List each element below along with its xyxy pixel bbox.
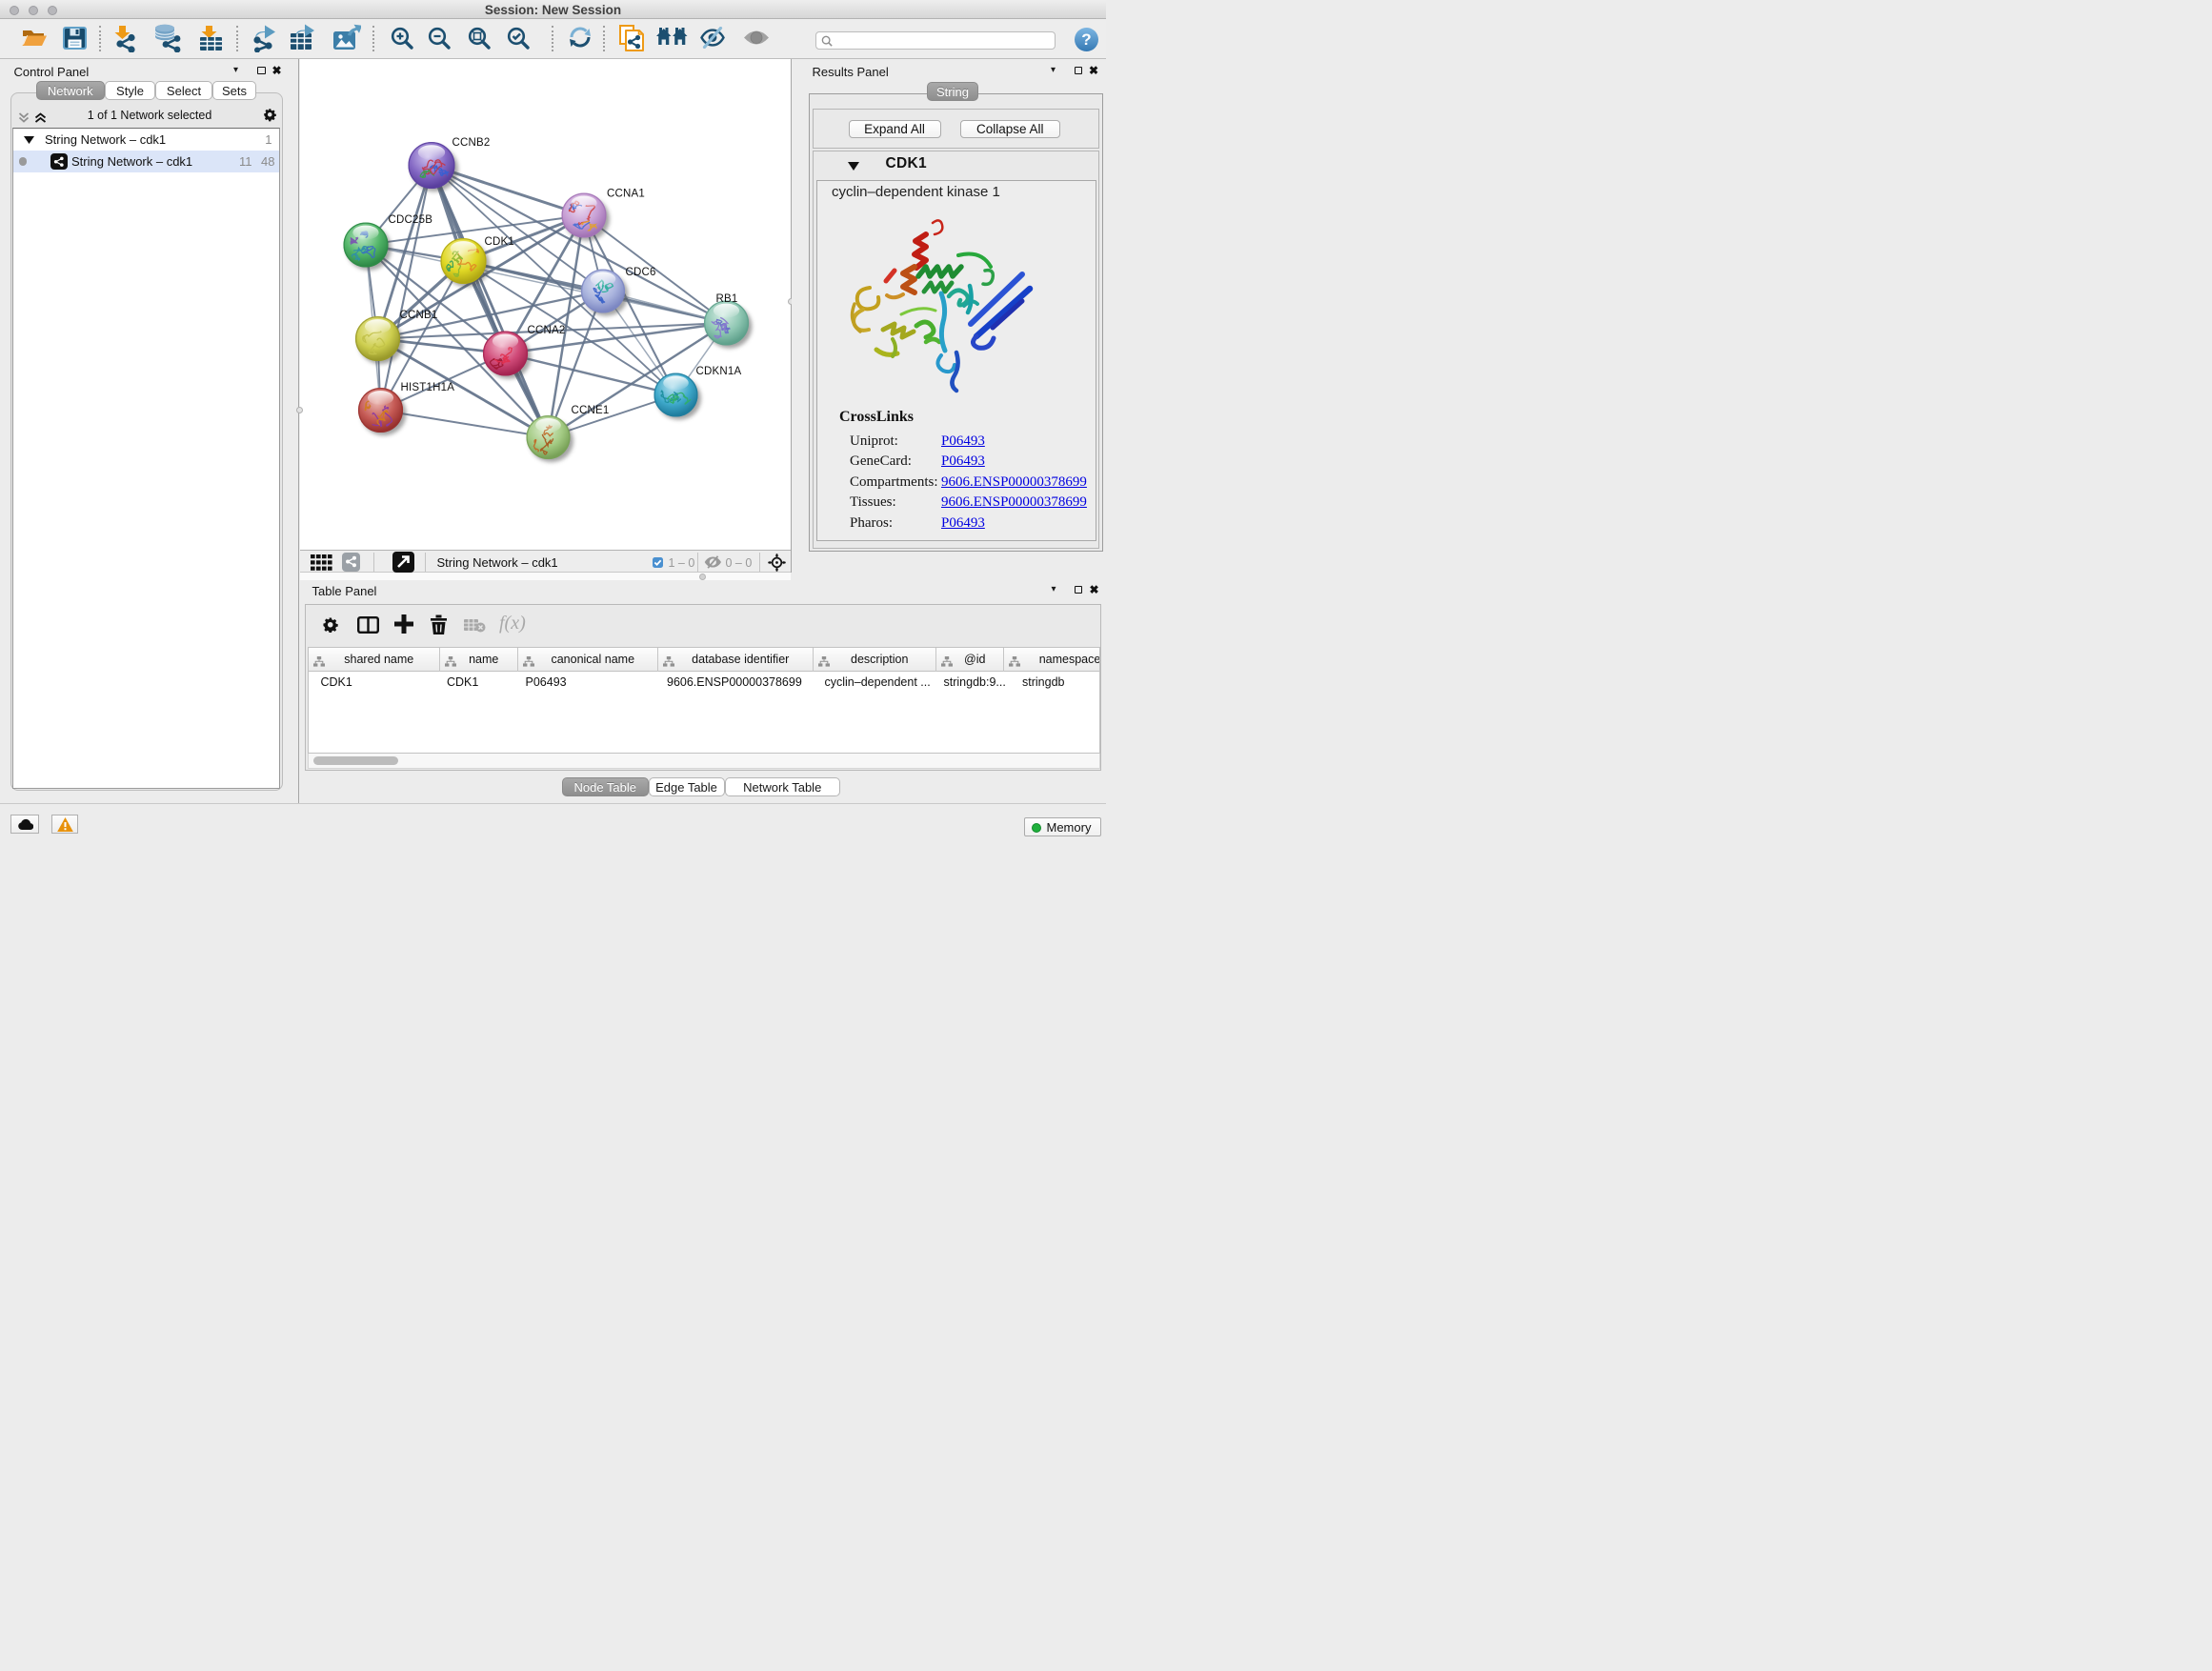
svg-text:RB1: RB1	[715, 293, 737, 305]
svg-text:HIST1H1A: HIST1H1A	[400, 382, 454, 393]
svg-text:CCNB2: CCNB2	[452, 137, 490, 149]
svg-text:CDKN1A: CDKN1A	[695, 366, 741, 377]
svg-text:CDC25B: CDC25B	[388, 214, 432, 226]
svg-text:CCNE1: CCNE1	[571, 405, 609, 416]
svg-text:CDK1: CDK1	[484, 236, 513, 248]
svg-text:CCNA2: CCNA2	[527, 325, 565, 336]
svg-text:CCNA1: CCNA1	[607, 189, 645, 200]
svg-text:CCNB1: CCNB1	[399, 310, 437, 321]
svg-text:CDC6: CDC6	[625, 267, 655, 278]
